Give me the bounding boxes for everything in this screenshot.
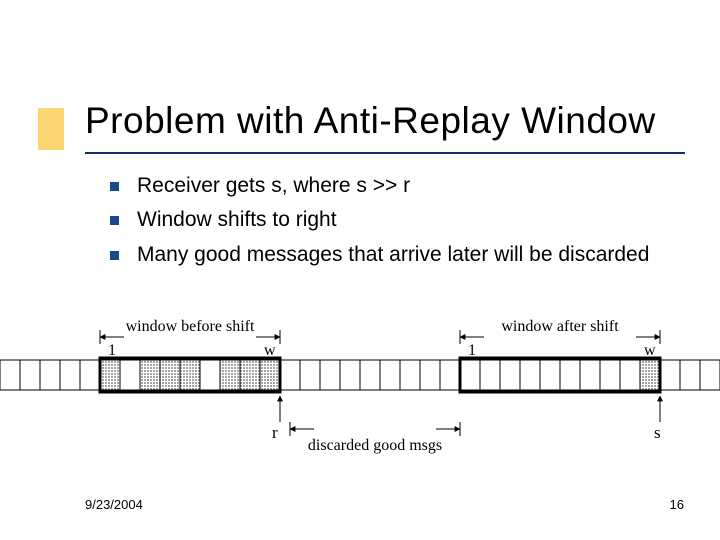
tape (0, 360, 720, 390)
bullet-square-icon (110, 251, 119, 260)
window-before-label: window before shift (126, 318, 255, 335)
footer-date: 9/23/2004 (85, 497, 143, 512)
r-pointer: r (272, 396, 280, 442)
bullet-text: Receiver gets s, where s >> r (137, 172, 410, 200)
bullet-text: Window shifts to right (137, 206, 337, 234)
discarded-span: discarded good msgs (290, 422, 460, 454)
discarded-label: discarded good msgs (308, 437, 442, 454)
bullet-square-icon (110, 182, 119, 191)
accent-box (38, 108, 64, 150)
s-pointer: s (654, 396, 661, 442)
window-after-label-group: window after shift 1 w (460, 318, 660, 359)
window-after-label: window after shift (501, 318, 619, 335)
window-before-label-group: window before shift 1 w (100, 318, 280, 359)
slide-title: Problem with Anti-Replay Window (85, 100, 656, 142)
r-label: r (272, 423, 278, 442)
s-label: s (654, 423, 661, 442)
index-one-left: 1 (108, 342, 116, 359)
bullet-square-icon (110, 216, 119, 225)
title-underline (85, 152, 685, 154)
bullet-item: Many good messages that arrive later wil… (110, 241, 670, 269)
index-one-right: 1 (468, 342, 476, 359)
index-w-left: w (264, 342, 276, 359)
bullet-item: Window shifts to right (110, 206, 670, 234)
bullet-list: Receiver gets s, where s >> r Window shi… (110, 172, 670, 275)
bullet-text: Many good messages that arrive later wil… (137, 241, 649, 269)
bullet-item: Receiver gets s, where s >> r (110, 172, 670, 200)
footer-page-number: 16 (670, 497, 684, 512)
index-w-right: w (644, 342, 656, 359)
window-diagram: window before shift 1 w window after shi… (0, 310, 720, 470)
